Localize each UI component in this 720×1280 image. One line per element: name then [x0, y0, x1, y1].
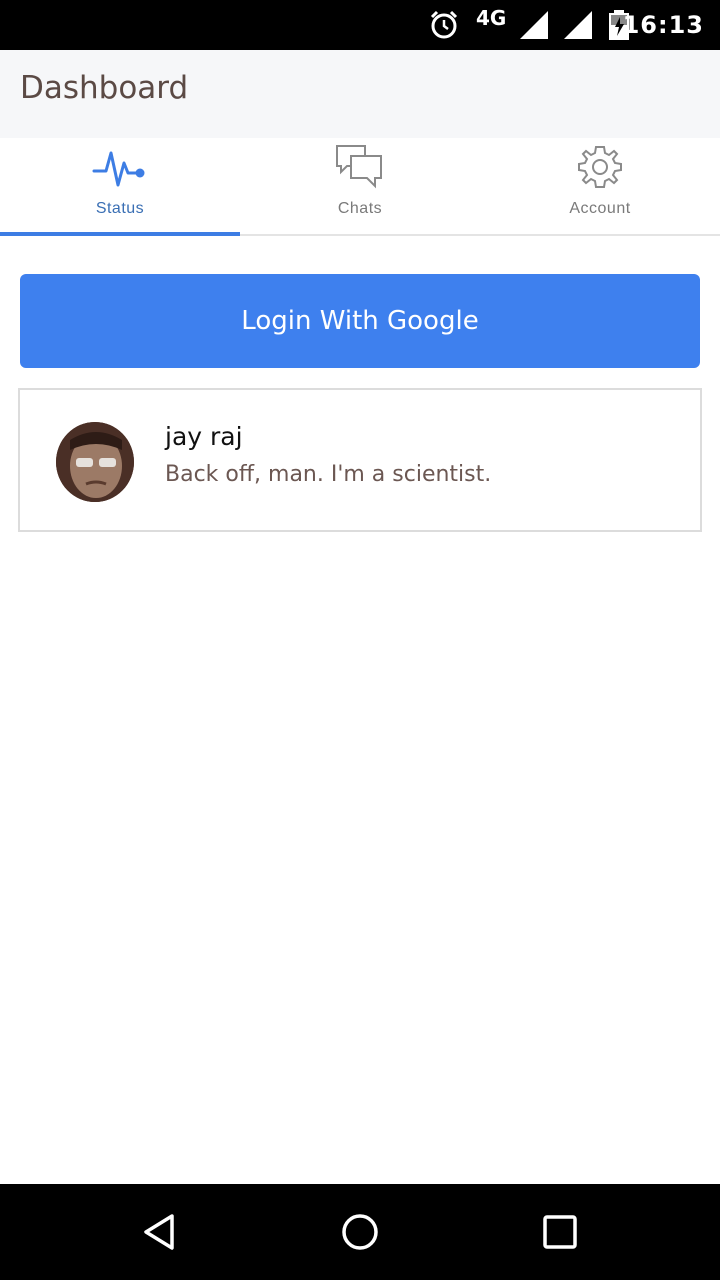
home-icon[interactable]	[300, 1184, 420, 1280]
tab-status[interactable]: Status	[0, 138, 240, 236]
recents-icon[interactable]	[500, 1184, 620, 1280]
clock: 16:13	[622, 11, 704, 39]
tab-active-indicator	[0, 232, 240, 236]
pulse-icon	[0, 142, 240, 192]
tab-account[interactable]: Account	[480, 138, 720, 234]
signal-icon	[518, 0, 550, 50]
network-type: 4G	[476, 6, 507, 30]
alarm-icon	[428, 0, 460, 50]
tab-label: Account	[569, 200, 631, 217]
page-title: Dashboard	[20, 70, 189, 106]
login-with-google-button[interactable]: Login With Google	[20, 274, 700, 368]
tab-label: Chats	[337, 200, 383, 217]
status-bar: 4G 16:13	[0, 0, 720, 50]
avatar	[56, 422, 134, 502]
user-status-text: Back off, man. I'm a scientist.	[165, 462, 492, 487]
tab-bar: Status Chats Account	[0, 138, 720, 236]
gear-icon	[480, 142, 720, 192]
status-card[interactable]: jay raj Back off, man. I'm a scientist.	[18, 388, 702, 532]
app-bar: Dashboard	[0, 50, 720, 138]
chat-bubbles-icon	[240, 142, 480, 192]
tab-chats[interactable]: Chats	[240, 138, 480, 234]
user-name: jay raj	[165, 422, 243, 451]
system-nav-bar	[0, 1184, 720, 1280]
back-icon[interactable]	[100, 1184, 220, 1280]
tab-label: Status	[95, 200, 145, 217]
signal-icon	[562, 0, 594, 50]
